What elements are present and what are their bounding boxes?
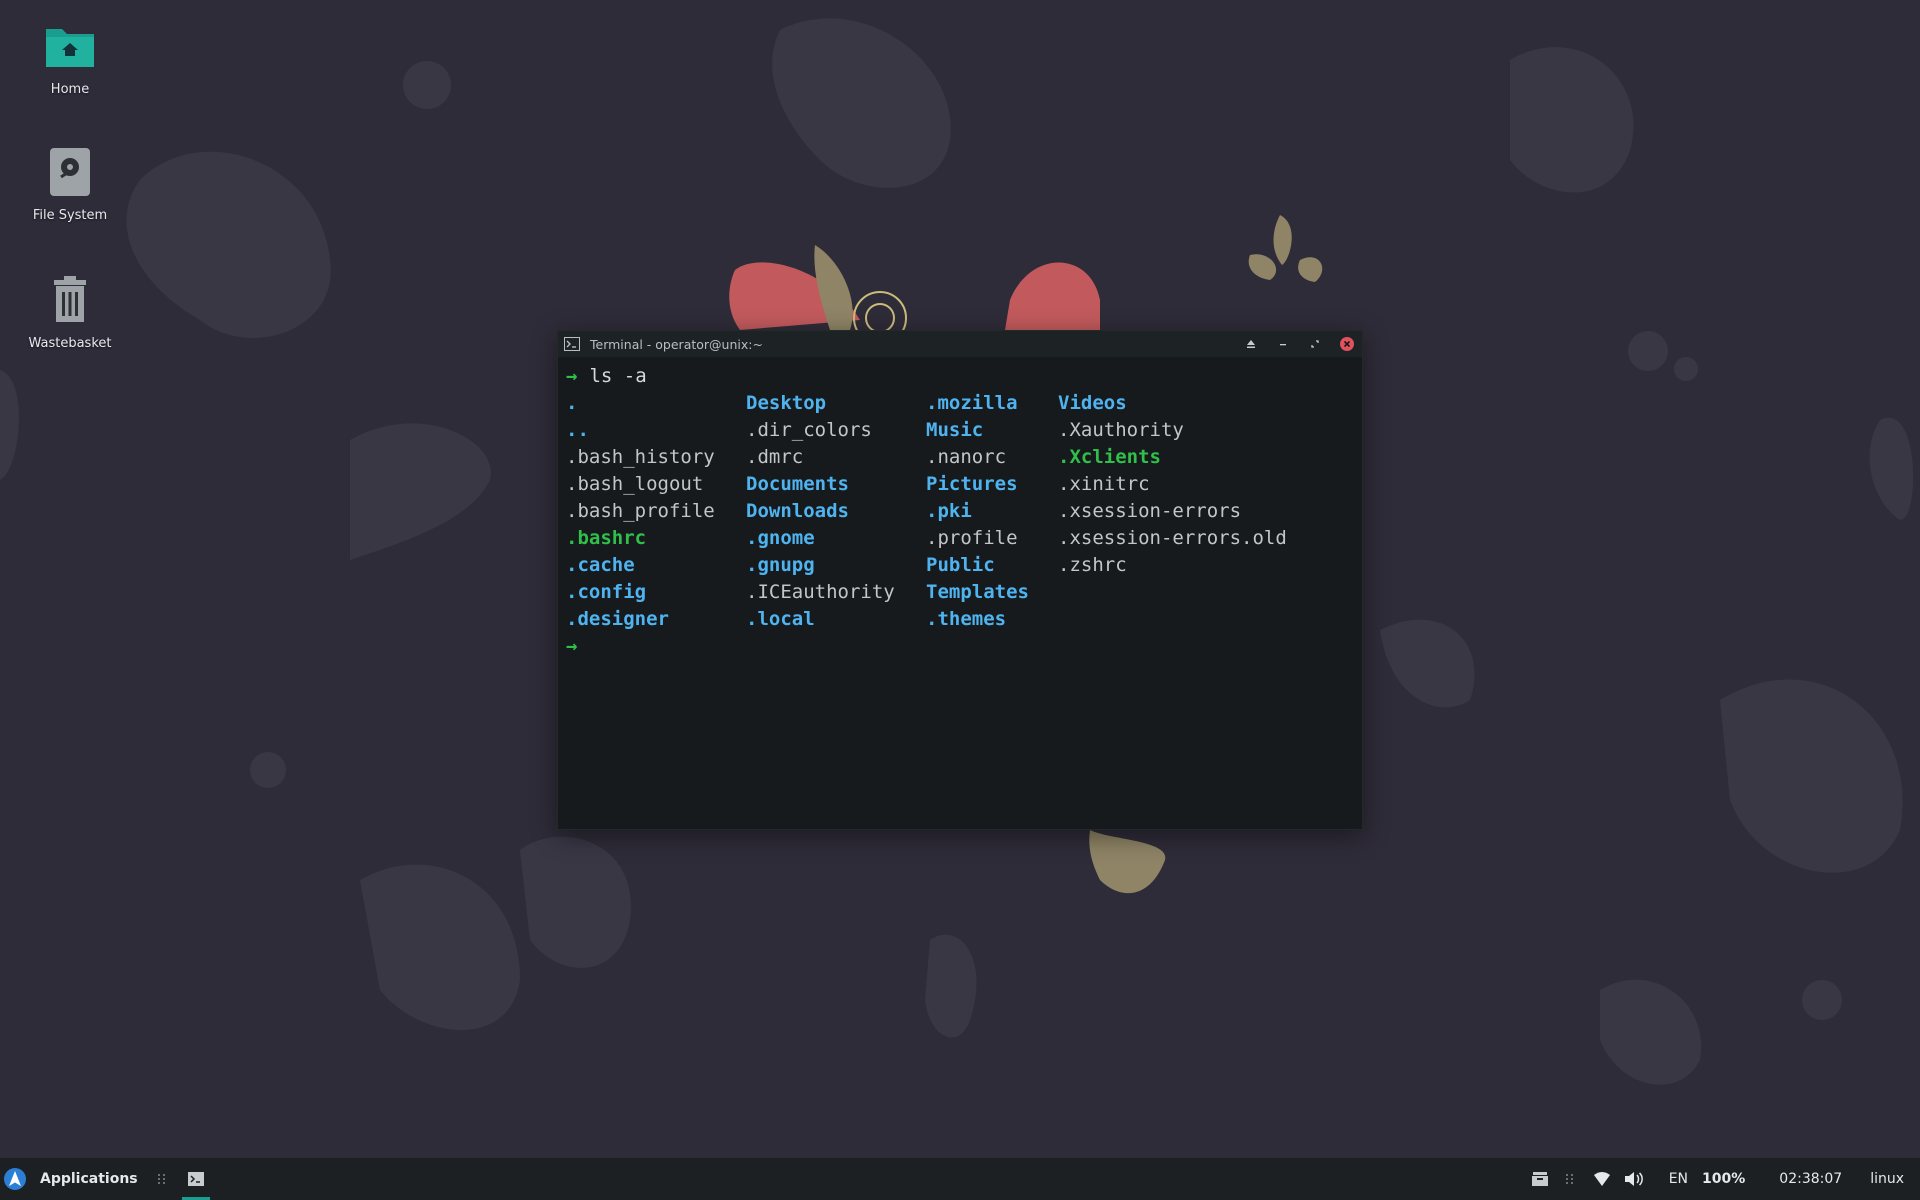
executable-entry: .bashrc (566, 527, 647, 549)
separator-handle-icon (156, 1173, 168, 1185)
eject-icon (1247, 340, 1255, 348)
system-tray: EN 100% 02:38:07 linux (1525, 1158, 1920, 1200)
desktop-icon-home[interactable]: Home (20, 20, 120, 97)
applications-menu-button[interactable]: Applications (40, 1171, 138, 1187)
directory-entry: Downloads (746, 500, 849, 522)
listing-column: .mozilla Music .nanorc Pictures .pki .profile… (926, 390, 1058, 633)
directory-entry: .pki (926, 500, 972, 522)
desktop-icon-label: File System (32, 208, 108, 223)
file-entry: .bash_profile (566, 500, 715, 522)
file-entry: .xsession-errors.old (1058, 527, 1287, 549)
directory-entry: .gnome (746, 527, 815, 549)
directory-entry: Pictures (926, 473, 1018, 495)
taskbar-terminal-button[interactable] (178, 1158, 214, 1200)
terminal-title: Terminal - operator@unix:~ (590, 336, 763, 352)
directory-entry: .themes (926, 608, 1007, 630)
command-line: → ls -a (566, 363, 1362, 390)
user-menu[interactable]: linux (1870, 1171, 1904, 1187)
file-entry: .profile (926, 527, 1018, 549)
separator-handle-icon (1555, 1173, 1585, 1185)
directory-entry: Music (926, 419, 984, 441)
archive-icon[interactable] (1525, 1172, 1555, 1186)
volume-level[interactable]: 100% (1702, 1171, 1745, 1187)
directory-entry: .config (566, 581, 647, 603)
file-entry: .zshrc (1058, 554, 1127, 576)
applications-menu-icon[interactable] (1, 1167, 29, 1191)
terminal-app-icon (564, 337, 580, 351)
desktop-icon-label: Wastebasket (28, 336, 112, 351)
desktop-icon-file-system[interactable]: File System (20, 146, 120, 223)
file-entry: .bash_history (566, 446, 715, 468)
directory-entry: Templates (926, 581, 1029, 603)
close-icon (1340, 337, 1354, 351)
file-entry: .bash_logout (566, 473, 704, 495)
volume-icon[interactable] (1619, 1171, 1649, 1187)
directory-entry: Videos (1058, 392, 1127, 414)
file-entry: .ICEauthority (746, 581, 895, 603)
trash-icon (44, 274, 96, 326)
directory-entry: .gnupg (746, 554, 815, 576)
home-folder-icon (44, 20, 96, 72)
directory-entry: .designer (566, 608, 669, 630)
shade-button[interactable] (1242, 335, 1260, 353)
close-button[interactable] (1338, 335, 1356, 353)
listing-column: Videos .Xauthority .Xclients .xinitrc .xsess… (1058, 390, 1308, 633)
terminal-titlebar[interactable]: Terminal - operator@unix:~ (558, 331, 1362, 357)
file-entry: .xsession-errors (1058, 500, 1242, 522)
directory-entry: Public (926, 554, 995, 576)
current-prompt[interactable]: → (566, 633, 1362, 660)
file-entry: .xinitrc (1058, 473, 1150, 495)
maximize-button[interactable] (1306, 335, 1324, 353)
terminal-window[interactable]: Terminal - operator@unix:~ → ls -a . .. … (557, 330, 1363, 830)
directory-entry: .mozilla (926, 392, 1018, 414)
listing-column: ... .bash_history .bash_logout .bash_profil… (566, 390, 746, 633)
listing-column: Desktop .dir_colors .dmrc Documents Download… (746, 390, 926, 633)
desktop-icon-wastebasket[interactable]: Wastebasket (20, 274, 120, 351)
desktop-icon-label: Home (50, 82, 90, 97)
directory-entry: .cache (566, 554, 635, 576)
file-entry: .nanorc (926, 446, 1007, 468)
directory-entry: . (566, 392, 578, 414)
prompt-arrow: → (566, 635, 578, 657)
file-entry: .dir_colors (746, 419, 872, 441)
terminal-output[interactable]: → ls -a ... .bash_history .bash_logout .bas… (558, 357, 1362, 660)
minimize-button[interactable] (1274, 335, 1292, 353)
prompt-arrow: → (566, 365, 578, 387)
file-listing: ... .bash_history .bash_logout .bash_profil… (566, 390, 1362, 633)
directory-entry: Desktop (746, 392, 827, 414)
command-text: ls -a (589, 365, 647, 387)
keyboard-layout-indicator[interactable]: EN (1669, 1171, 1688, 1187)
terminal-icon (187, 1172, 204, 1186)
minimize-icon (1280, 344, 1286, 346)
drive-icon (44, 146, 96, 198)
wifi-icon[interactable] (1585, 1172, 1619, 1186)
directory-entry: .local (746, 608, 815, 630)
clock[interactable]: 02:38:07 (1779, 1171, 1842, 1187)
directory-entry: Documents (746, 473, 849, 495)
file-entry: .Xauthority (1058, 419, 1184, 441)
directory-entry: .. (566, 419, 589, 441)
maximize-icon (1311, 340, 1319, 348)
taskbar: Applications EN 100% 02:38:07 linux (0, 1158, 1920, 1200)
file-entry: .dmrc (746, 446, 804, 468)
executable-entry: .Xclients (1058, 446, 1161, 468)
